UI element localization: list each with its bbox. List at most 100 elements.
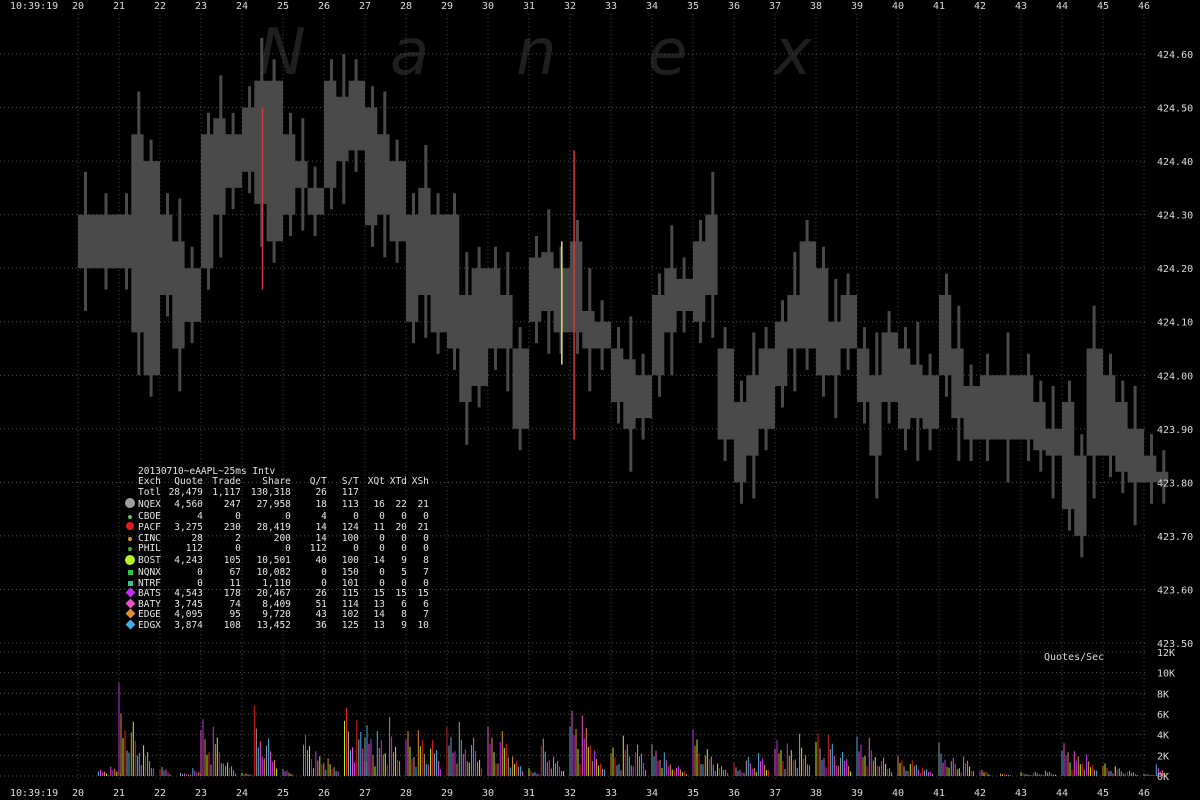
x-tick-top: 27 (359, 1, 371, 12)
nbbo-spike (330, 59, 333, 210)
stats-cell-st: 100 (341, 555, 359, 566)
nbbo-spike (986, 353, 989, 461)
nbbo-spike (84, 171, 87, 312)
nbbo-spike (711, 171, 715, 338)
nbbo-spike (547, 209, 551, 354)
stats-cell-share: 10,082 (256, 567, 291, 578)
x-tick-bottom: 45 (1097, 788, 1109, 799)
x-tick-bottom: 25 (277, 788, 289, 799)
nbbo-spike (1121, 380, 1125, 494)
nbbo-spike (313, 166, 317, 237)
stats-cell-xqt: 15 (373, 588, 385, 599)
watermark-letter: x (772, 16, 813, 90)
nbbo-spike (781, 300, 784, 408)
nbbo-spike (658, 273, 661, 397)
stats-cell-xtd: 0 (401, 510, 407, 522)
x-tick-bottom: 36 (728, 788, 740, 799)
stats-cell-qt: 18 (315, 498, 327, 510)
x-tick-top: 45 (1097, 1, 1109, 12)
x-axis-bottom: 20 21 22 23 24 25 26 27 28 29 30 31 32 33 34 35 36 37 38 39… (72, 788, 1150, 799)
stats-row-bats: BATS 4,543 178 20,467 26 115 15 15 15 (124, 587, 429, 600)
stats-cell-xsh: 15 (417, 588, 429, 599)
cinc-marker-icon (128, 536, 132, 541)
nbbo-spike (219, 75, 223, 258)
nbbo-spike (793, 252, 797, 392)
stats-cell-exch: CBOE (138, 510, 161, 522)
stats-cell-xsh: 10 (417, 619, 429, 631)
nbbo-spike (641, 353, 645, 440)
x-tick-bottom: 22 (154, 788, 166, 799)
pacf-marker-icon (126, 522, 134, 530)
x-tick-top: 24 (236, 1, 248, 12)
stats-cell-xtd (385, 488, 407, 499)
stats-cell-exch: EDGE (138, 609, 161, 620)
exchange-swatch (124, 498, 136, 512)
stats-cell-st: 125 (341, 619, 359, 631)
nbbo-spike (1109, 353, 1112, 478)
volume-tick-label: 6K (1157, 710, 1169, 721)
stats-cell-xsh: 0 (423, 543, 429, 554)
stats-cell-share: 0 (285, 510, 291, 522)
nbbo-spike (104, 193, 108, 290)
nbbo-spike (1150, 434, 1153, 504)
x-tick-top: 26 (318, 1, 330, 12)
nbbo-spike (190, 246, 194, 344)
nbbo-spike (453, 193, 456, 370)
stats-cell-qt: 4 (321, 510, 327, 522)
x-tick-top: 22 (154, 1, 166, 12)
stats-cell-qt: 14 (315, 521, 327, 533)
nbbo-spike (1162, 450, 1166, 504)
x-tick-top: 34 (646, 1, 658, 12)
stats-cell-share: 200 (273, 532, 291, 544)
nbbo-spike (1039, 380, 1043, 472)
volume-tick-label: 10K (1157, 669, 1175, 680)
price-axis: 424.60 424.50 424.40 424.30 424.20 424.10 424.… (1157, 50, 1193, 650)
nbbo-spike (723, 327, 727, 461)
x-tick-top: 38 (810, 1, 822, 12)
stats-cell-share: 20,467 (256, 588, 291, 599)
stats-cell-trade: 0 (235, 510, 241, 522)
footer-time: 10:39:19 (10, 788, 58, 799)
x-tick-bottom: 43 (1015, 788, 1027, 799)
stats-cell-st: 150 (341, 567, 359, 578)
price-tick-label: 424.50 (1157, 104, 1193, 115)
x-tick-top: 36 (728, 1, 740, 12)
stats-cell-share: 28,419 (256, 521, 291, 533)
stats-cell-xsh: 21 (417, 521, 429, 533)
x-tick-bottom: 20 (72, 788, 84, 799)
watermark-letter: n (516, 16, 557, 90)
price-tick-label: 423.90 (1157, 425, 1193, 436)
nbbo-spike (752, 332, 756, 499)
nbbo-spike (301, 118, 305, 231)
stats-cell-trade: 67 (229, 567, 241, 578)
x-tick-bottom: 30 (482, 788, 494, 799)
phil-marker-icon (128, 547, 132, 551)
stats-header: S/T (341, 476, 359, 487)
stats-header: XTd (389, 476, 407, 487)
price-tick-label: 424.10 (1157, 318, 1193, 329)
nbbo-spike (424, 145, 428, 338)
nbbo-spike (178, 198, 182, 392)
stats-header-row: Exch Quote Trade Share Q/T S/T XQt XTd X… (124, 476, 429, 488)
nbbo-spike (1068, 380, 1071, 531)
stats-cell-quote: 4,543 (174, 588, 203, 599)
x-axis-top: 20 21 22 23 24 25 26 27 28 29 30 31 32 33 34 35 36 37 38 39… (72, 1, 1150, 12)
nbbo-spike (928, 353, 932, 451)
nbbo-spike (248, 86, 251, 194)
nbbo-spike (740, 380, 743, 504)
nbbo-spike (137, 91, 141, 376)
volume-tick-label: 2K (1157, 751, 1169, 762)
stats-cell-st: 102 (341, 609, 359, 620)
stats-cell-quote: 28,479 (168, 486, 203, 498)
price-tick-label: 424.20 (1157, 264, 1193, 275)
stats-cell-xtd: 20 (395, 521, 407, 533)
nbbo-spike (875, 332, 879, 499)
stats-header: XSh (411, 476, 429, 487)
x-tick-bottom: 46 (1138, 788, 1150, 799)
stats-header: XQt (367, 476, 385, 487)
bost-marker-icon (125, 554, 135, 565)
x-tick-top: 41 (933, 1, 945, 12)
nbbo-spike (629, 316, 633, 472)
stats-cell-trade: 247 (223, 498, 241, 510)
nbbo-spike (670, 225, 674, 376)
